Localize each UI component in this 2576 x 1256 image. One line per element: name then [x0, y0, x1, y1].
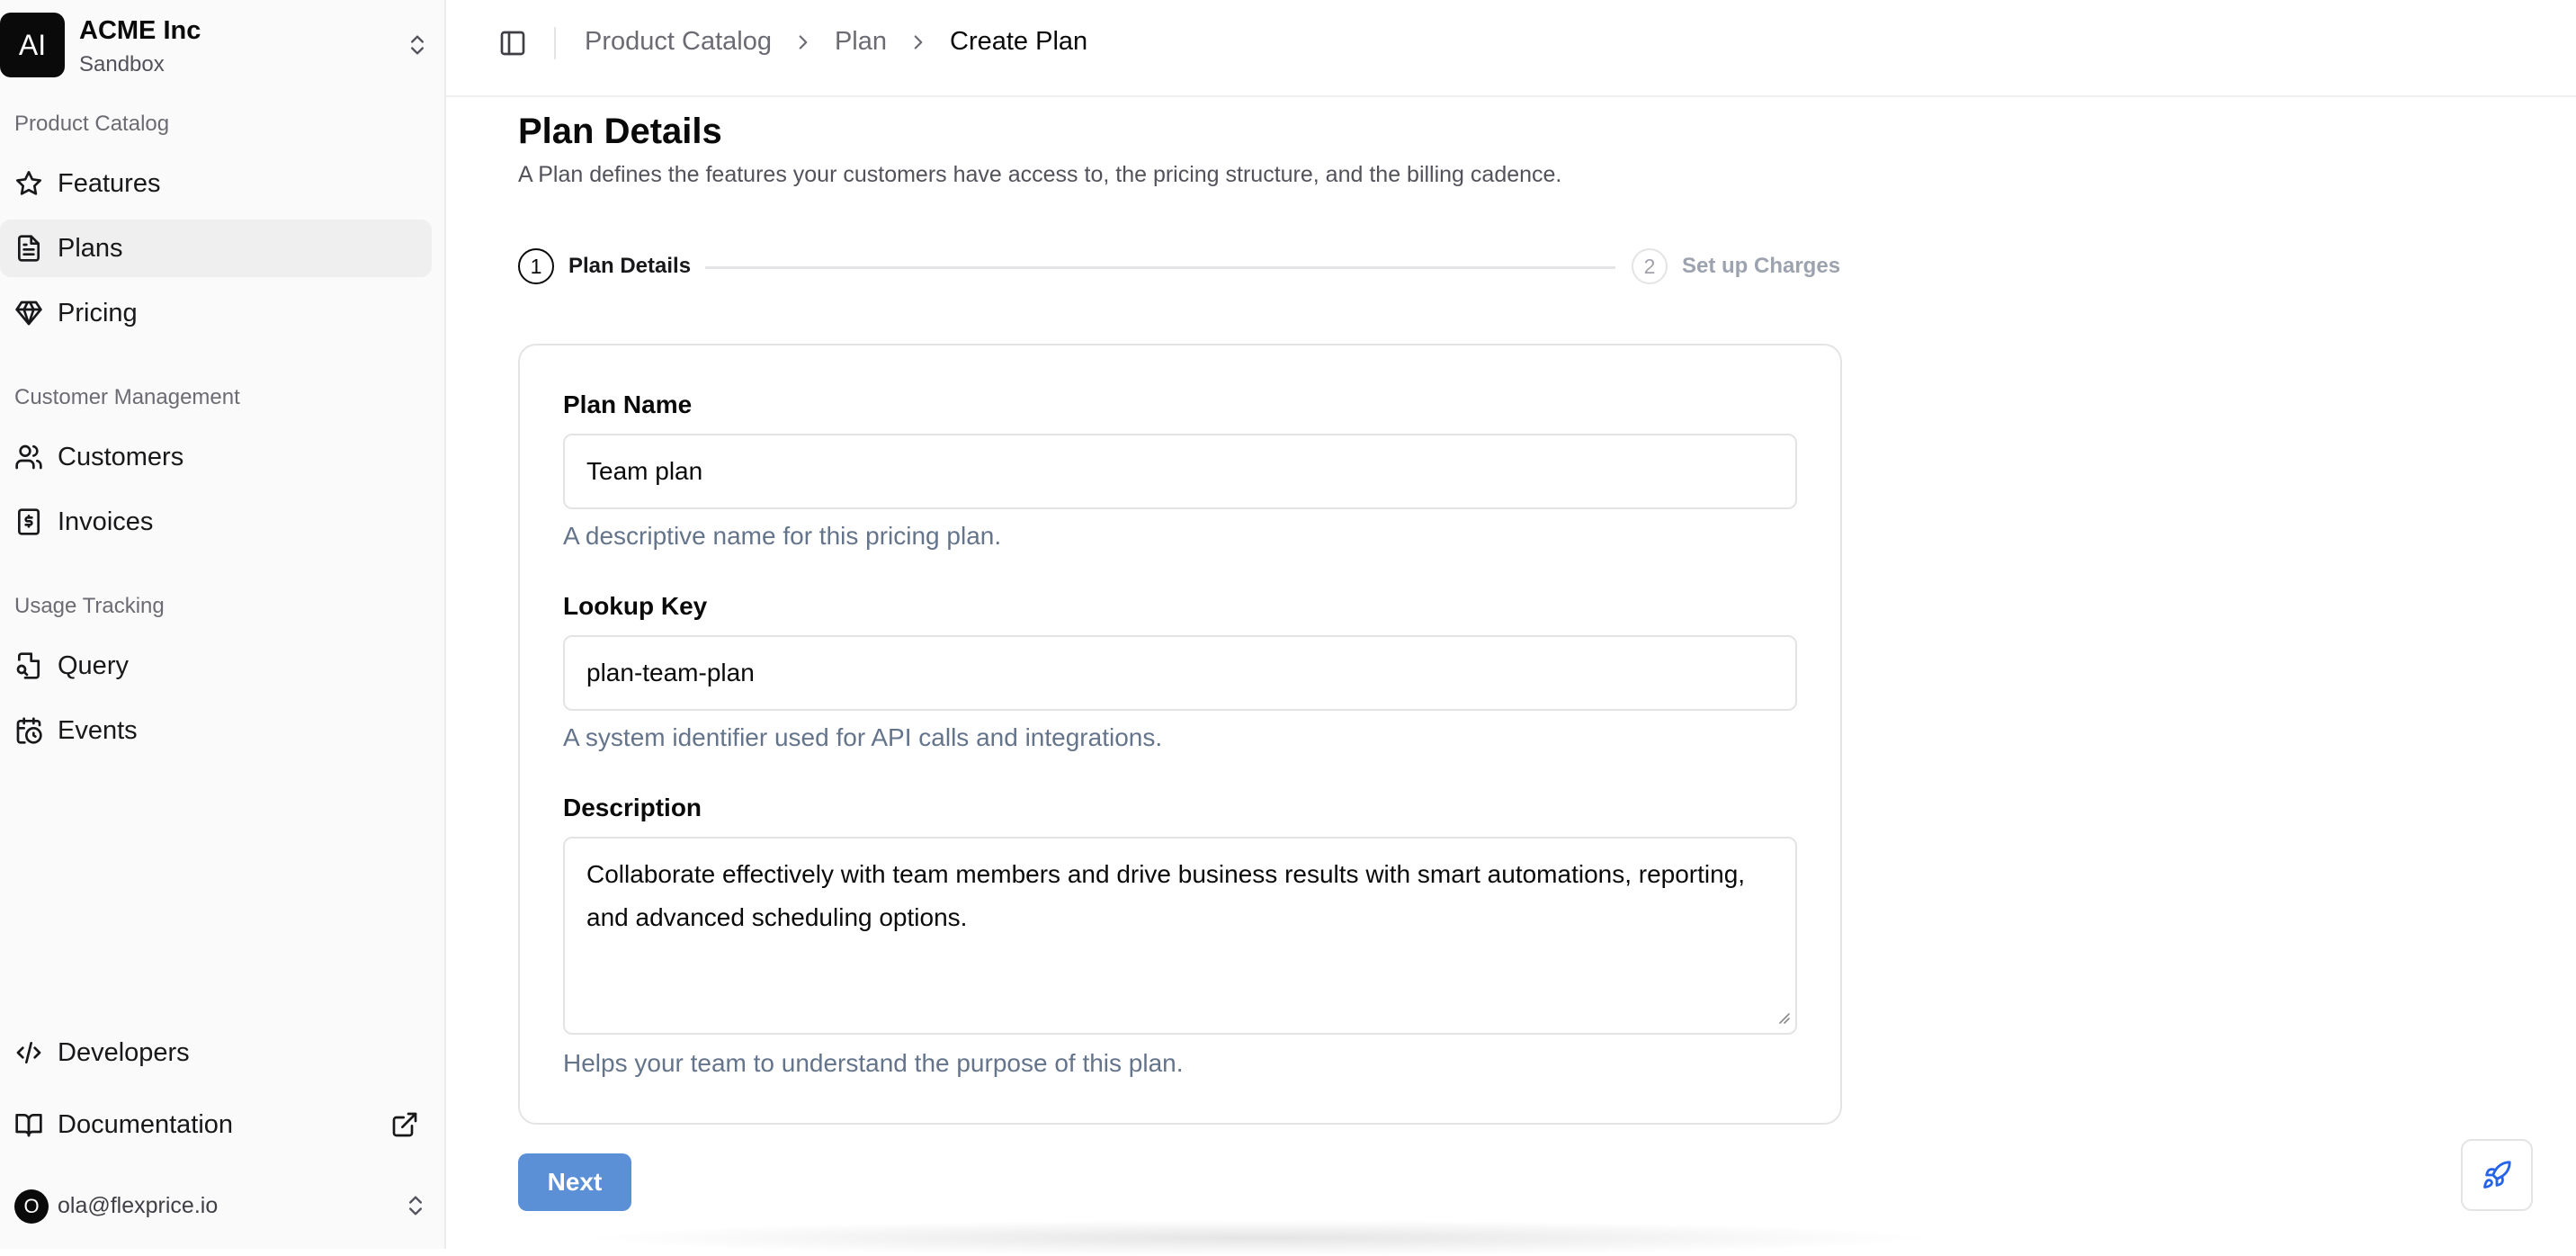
- sidebar-item-label: Pricing: [58, 298, 138, 327]
- sidebar-item-documentation[interactable]: Documentation: [0, 1096, 432, 1153]
- nav-group-customer-management: Customer Management: [14, 385, 240, 409]
- calendar-clock-icon: [14, 716, 43, 745]
- gem-icon: [14, 299, 43, 327]
- org-switcher[interactable]: AI ACME Inc Sandbox: [0, 13, 446, 77]
- plan-name-help: A descriptive name for this pricing plan…: [563, 522, 1002, 550]
- stepper: 1 Plan Details 2 Set up Charges: [518, 248, 1842, 286]
- code-icon: [14, 1038, 43, 1067]
- plan-name-label: Plan Name: [563, 390, 693, 418]
- lookup-key-label: Lookup Key: [563, 592, 708, 620]
- external-link-icon: [390, 1110, 419, 1139]
- step-2-number: 2: [1632, 248, 1668, 284]
- org-environment: Sandbox: [79, 52, 165, 76]
- page-title: Plan Details: [518, 112, 722, 151]
- sidebar-item-label: Events: [58, 715, 138, 745]
- launch-button[interactable]: [2461, 1139, 2533, 1211]
- org-name: ACME Inc: [79, 16, 201, 45]
- sidebar-toggle-icon[interactable]: [498, 29, 527, 58]
- sidebar-item-label: Invoices: [58, 507, 154, 536]
- sidebar-item-label: Documentation: [58, 1109, 234, 1139]
- chevrons-up-down-icon[interactable]: [405, 32, 430, 58]
- user-menu[interactable]: O ola@flexprice.io: [14, 1188, 428, 1227]
- sidebar-item-label: Developers: [58, 1037, 190, 1067]
- receipt-icon: [14, 507, 43, 536]
- description-help: Helps your team to understand the purpos…: [563, 1049, 1184, 1077]
- rocket-icon: [2482, 1160, 2512, 1190]
- breadcrumb-product-catalog[interactable]: Product Catalog: [585, 27, 772, 57]
- sidebar-item-features[interactable]: Features: [0, 155, 432, 212]
- breadcrumb-plan[interactable]: Plan: [835, 27, 887, 57]
- description-textarea[interactable]: Collaborate effectively with team member…: [563, 837, 1797, 1035]
- book-open-icon: [14, 1110, 43, 1139]
- sidebar-item-plans[interactable]: Plans: [0, 220, 432, 277]
- org-logo: AI: [0, 13, 65, 77]
- chevron-right-icon: [907, 31, 930, 54]
- breadcrumb-create-plan: Create Plan: [950, 27, 1088, 56]
- header-divider: [554, 27, 556, 59]
- avatar: O: [14, 1189, 49, 1224]
- next-button[interactable]: Next: [518, 1153, 631, 1211]
- nav-group-product-catalog: Product Catalog: [14, 112, 170, 136]
- plan-details-form: Plan Name A descriptive name for this pr…: [518, 344, 1842, 1125]
- bottom-shadow: [576, 1220, 1943, 1256]
- sidebar-item-invoices[interactable]: Invoices: [0, 493, 432, 551]
- document-icon: [14, 234, 43, 263]
- resize-handle-icon[interactable]: [1775, 1009, 1790, 1024]
- star-icon: [14, 169, 43, 198]
- top-bar: Product Catalog Plan Create Plan: [446, 0, 2576, 97]
- step-connector: [705, 266, 1615, 269]
- page-description: A Plan defines the features your custome…: [518, 162, 1562, 187]
- sidebar-item-customers[interactable]: Customers: [0, 428, 432, 486]
- sidebar-item-label: Customers: [58, 442, 184, 471]
- step-1-label: Plan Details: [568, 254, 692, 278]
- sidebar-item-label: Features: [58, 168, 161, 198]
- breadcrumb: Product Catalog Plan Create Plan: [585, 27, 1087, 57]
- sidebar-item-label: Query: [58, 650, 129, 680]
- user-email: ola@flexprice.io: [58, 1193, 219, 1218]
- users-icon: [14, 443, 43, 471]
- sidebar-item-query[interactable]: Query: [0, 637, 432, 695]
- lookup-key-input[interactable]: [563, 635, 1797, 711]
- description-label: Description: [563, 794, 702, 821]
- chevrons-up-down-icon[interactable]: [403, 1193, 428, 1218]
- step-1-number: 1: [518, 248, 554, 284]
- sidebar-item-developers[interactable]: Developers: [0, 1024, 432, 1081]
- sidebar-item-events[interactable]: Events: [0, 702, 432, 759]
- chevron-right-icon: [792, 31, 815, 54]
- nav-group-usage-tracking: Usage Tracking: [14, 594, 165, 618]
- file-search-icon: [14, 651, 43, 680]
- plan-name-input[interactable]: [563, 434, 1797, 509]
- sidebar-item-label: Plans: [58, 233, 123, 263]
- sidebar-item-pricing[interactable]: Pricing: [0, 284, 432, 342]
- sidebar: AI ACME Inc Sandbox Product Catalog Feat…: [0, 0, 446, 1249]
- lookup-key-help: A system identifier used for API calls a…: [563, 723, 1163, 751]
- step-2-label: Set up Charges: [1682, 254, 1841, 278]
